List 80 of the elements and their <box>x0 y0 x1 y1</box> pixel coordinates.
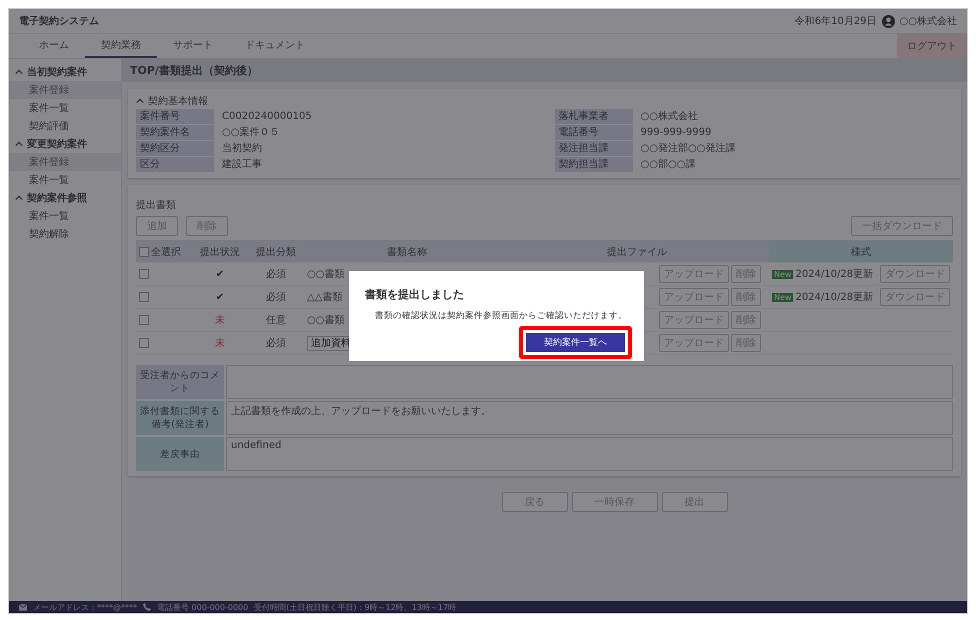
chevron-icon <box>136 97 144 105</box>
mail-icon <box>19 604 27 610</box>
sidebar-item[interactable]: 契約評価 <box>9 117 121 135</box>
field-label: 案件番号 <box>136 109 214 124</box>
field-value: 当初契約 <box>221 142 263 156</box>
field-label: 契約区分 <box>136 141 214 156</box>
checkbox[interactable] <box>139 292 149 302</box>
chevron-icon <box>15 194 23 202</box>
table-cell-text: 任意 <box>266 314 286 327</box>
table-cell-text: ○○書類 <box>307 268 344 281</box>
status-mark: ✔ <box>216 268 224 280</box>
new-badge: New <box>772 292 794 302</box>
status-mark: 未 <box>215 336 225 350</box>
sidebar-item[interactable]: 案件登録 <box>9 153 121 171</box>
field-label: 区分 <box>136 157 214 172</box>
footer-text: 電話番号 000-000-0000 <box>157 602 248 612</box>
field-label: 契約担当課 <box>554 157 632 172</box>
dialog-title: 書類を提出しました <box>365 287 465 302</box>
field-label: 電話番号 <box>554 125 632 140</box>
sidebar-group[interactable]: 契約案件参照 <box>9 189 121 207</box>
field-value: 建設工事 <box>221 158 263 172</box>
phone-icon <box>143 603 151 611</box>
status-mark: 未 <box>215 314 225 327</box>
field-value: ○○株式会社 <box>640 110 699 124</box>
table-cell-text: 2024/10/28更新 <box>795 268 874 281</box>
checkbox[interactable] <box>139 269 149 279</box>
dialog-message: 書類の確認状況は契約案件参照画面からご確認いただけます。 <box>374 310 628 322</box>
field-value: ○○部○○課 <box>640 158 696 172</box>
nav-tab[interactable]: サポート <box>157 34 229 58</box>
remark-label: 添付書類に関する備考(発注者) <box>136 401 224 435</box>
section-title: 提出書類 <box>136 198 177 212</box>
page-title: TOP/書類提出（契約後） <box>122 59 967 82</box>
sidebar-item[interactable]: 案件一覧 <box>9 207 121 225</box>
checkbox[interactable] <box>139 338 149 348</box>
column-header: 提出分類 <box>255 246 297 260</box>
field-label: 落札事業者 <box>554 109 632 124</box>
column-header: 書類名称 <box>386 246 428 260</box>
column-header: 提出ファイル <box>606 246 668 260</box>
table-cell-text: △△書類 <box>307 290 342 304</box>
logout-button[interactable]: ログアウト <box>897 34 967 58</box>
sidebar-item[interactable]: 案件登録 <box>9 81 121 99</box>
remark-field[interactable]: undefined <box>226 437 953 471</box>
app-title: 電子契約システム <box>19 14 100 28</box>
field-value: ○○発注部○○発注課 <box>640 142 736 156</box>
field-value: C0020240000105 <box>221 110 313 124</box>
column-header: 全選択 <box>151 246 181 258</box>
sidebar-item[interactable]: 案件一覧 <box>9 99 121 117</box>
field-value: 999-999-9999 <box>640 126 712 140</box>
remark-label: 差戻事由 <box>136 437 224 471</box>
field-label: 発注担当課 <box>554 141 632 156</box>
table-cell-text: 必須 <box>266 268 286 281</box>
table-cell-text: 2024/10/28更新 <box>795 290 874 304</box>
table-cell-text: 必須 <box>266 336 286 350</box>
chevron-icon <box>15 140 23 148</box>
checkbox[interactable] <box>139 315 149 325</box>
field-value: ○○案件０５ <box>221 126 280 140</box>
user-name: ○○株式会社 <box>900 14 957 28</box>
contract-list-button[interactable]: 契約案件一覧へ <box>526 333 625 352</box>
sidebar-item[interactable]: 案件一覧 <box>9 171 121 189</box>
date-text: 令和6年10月29日 <box>794 14 877 28</box>
table-cell-text: ○○書類 <box>307 314 344 327</box>
column-header: 提出状況 <box>199 246 241 260</box>
sidebar-group[interactable]: 当初契約案件 <box>9 63 121 81</box>
user-icon <box>882 14 895 28</box>
footer-text: メールアドレス：****@**** <box>33 602 137 612</box>
column-header: 様式 <box>769 241 953 262</box>
sidebar-item[interactable]: 契約解除 <box>9 225 121 243</box>
status-mark: ✔ <box>216 292 224 302</box>
table-cell-text: 必須 <box>266 290 286 304</box>
checkbox[interactable] <box>139 246 149 256</box>
remark-field[interactable]: 上記書類を作成の上、アップロードをお願いいたします。 <box>226 401 953 435</box>
nav-tab[interactable]: ドキュメント <box>229 34 321 58</box>
chevron-icon <box>15 68 23 76</box>
footer-text: 受付時間(土日祝日除く平日)：9時～12時、13時～17時 <box>254 602 456 612</box>
field-label: 契約案件名 <box>136 125 214 140</box>
remark-label: 受注者からのコメント <box>136 365 224 399</box>
nav-tab[interactable]: ホーム <box>23 34 85 58</box>
new-badge: New <box>772 270 794 278</box>
section-toggle[interactable]: 契約基本情報 <box>136 94 953 108</box>
sidebar-group[interactable]: 変更契約案件 <box>9 135 121 153</box>
